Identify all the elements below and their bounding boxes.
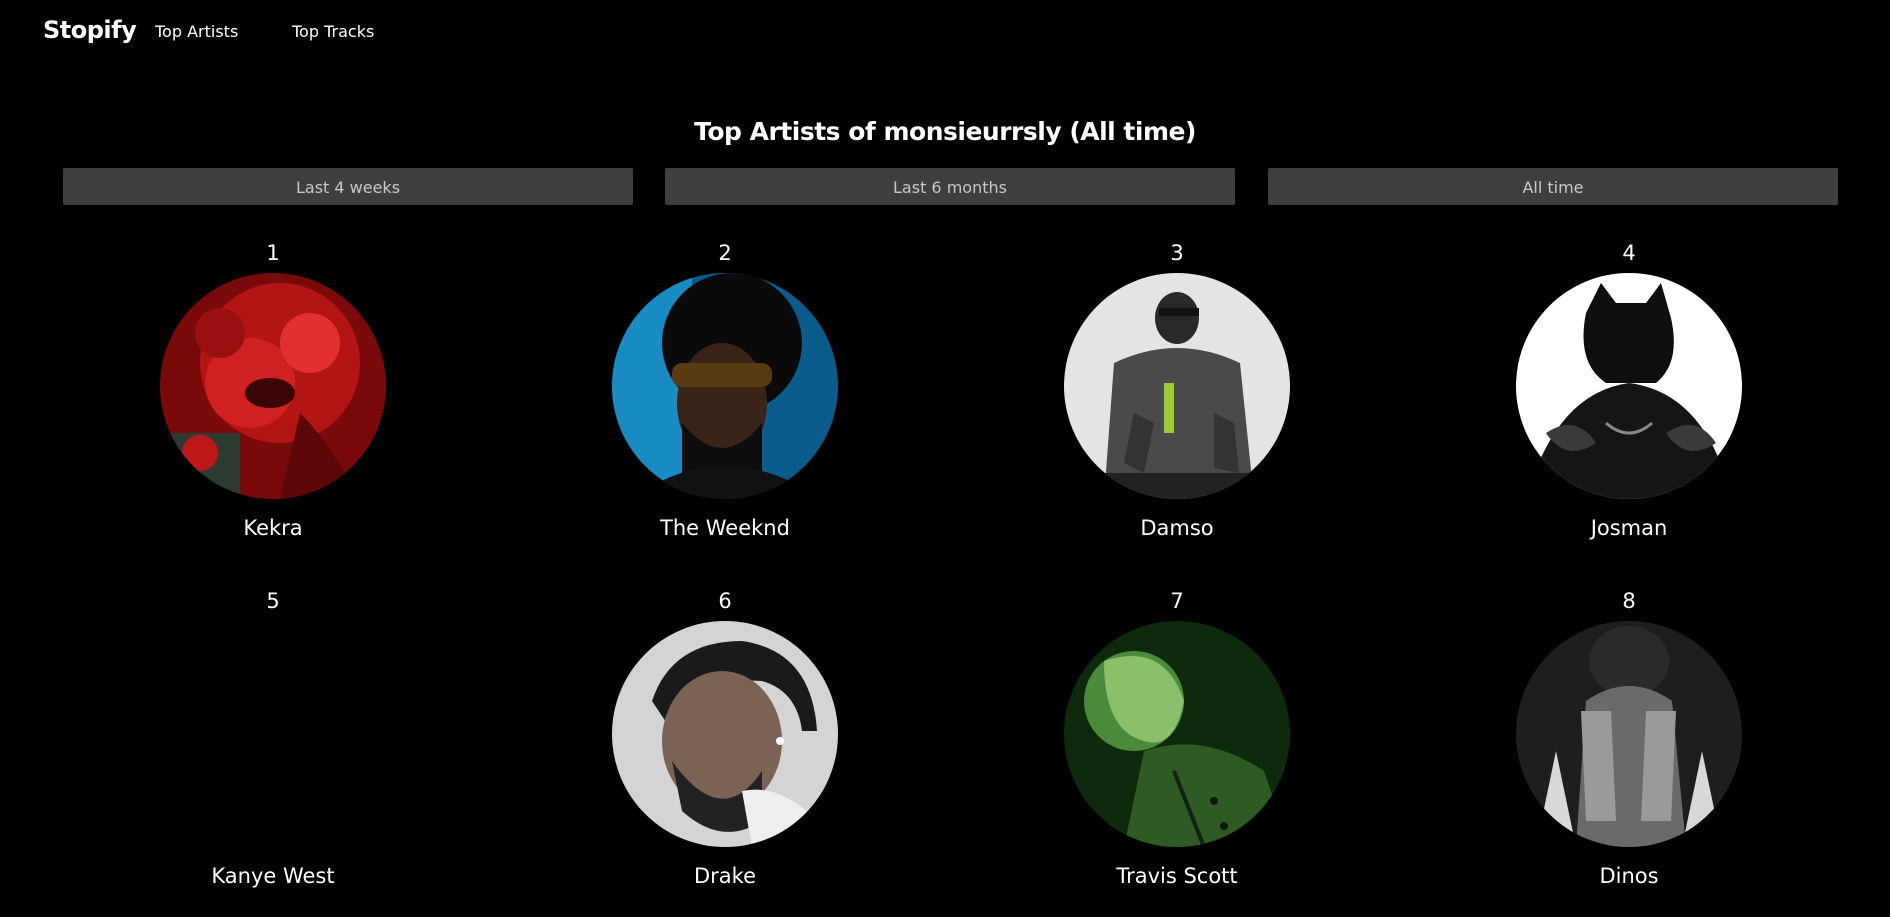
artist-image[interactable]: [612, 273, 838, 499]
artist-name: The Weeknd: [660, 516, 790, 540]
artist-rank: 4: [1622, 241, 1636, 265]
artist-name: Josman: [1590, 516, 1668, 540]
artist-image[interactable]: [160, 273, 386, 499]
top-navbar: Stopify Top Artists Top Tracks: [0, 0, 1890, 64]
brand-logo[interactable]: Stopify: [43, 16, 137, 44]
artist-card[interactable]: 8 Dinos: [1403, 587, 1855, 917]
range-button-last-4-weeks[interactable]: Last 4 weeks: [63, 168, 633, 205]
artist-rank: 7: [1170, 589, 1184, 613]
artist-card[interactable]: 5 Kanye West: [47, 587, 499, 917]
nav-link-top-artists[interactable]: Top Artists: [155, 22, 238, 41]
artist-card[interactable]: 7 Travis Scott: [951, 587, 1403, 917]
artist-name: Travis Scott: [1116, 864, 1238, 888]
artist-name: Kanye West: [211, 864, 335, 888]
range-button-all-time[interactable]: All time: [1268, 168, 1838, 205]
artist-rank: 5: [266, 589, 280, 613]
artist-image[interactable]: [1064, 273, 1290, 499]
nav-link-top-tracks[interactable]: Top Tracks: [292, 22, 374, 41]
artist-name: Kekra: [243, 516, 303, 540]
artist-image[interactable]: [1516, 273, 1742, 499]
artist-name: Dinos: [1599, 864, 1659, 888]
page-title: Top Artists of monsieurrsly (All time): [694, 117, 1196, 146]
artist-card[interactable]: 4 Josman: [1403, 239, 1855, 569]
artist-image[interactable]: [612, 621, 838, 847]
artist-name: Drake: [693, 864, 756, 888]
range-button-last-6-months[interactable]: Last 6 months: [665, 168, 1235, 205]
artist-card[interactable]: 3 Damso: [951, 239, 1403, 569]
artist-card[interactable]: 1 Kekra: [47, 239, 499, 569]
artist-rank: 2: [718, 241, 732, 265]
artist-card[interactable]: 6 Drake: [499, 587, 951, 917]
artist-rank: 1: [266, 241, 280, 265]
artist-image[interactable]: [1516, 621, 1742, 847]
artist-name: Damso: [1140, 516, 1214, 540]
artist-rank: 8: [1622, 589, 1636, 613]
artist-card[interactable]: 2 The Weeknd: [499, 239, 951, 569]
artist-image[interactable]: [1064, 621, 1290, 847]
artist-rank: 6: [718, 589, 732, 613]
artist-rank: 3: [1170, 241, 1184, 265]
